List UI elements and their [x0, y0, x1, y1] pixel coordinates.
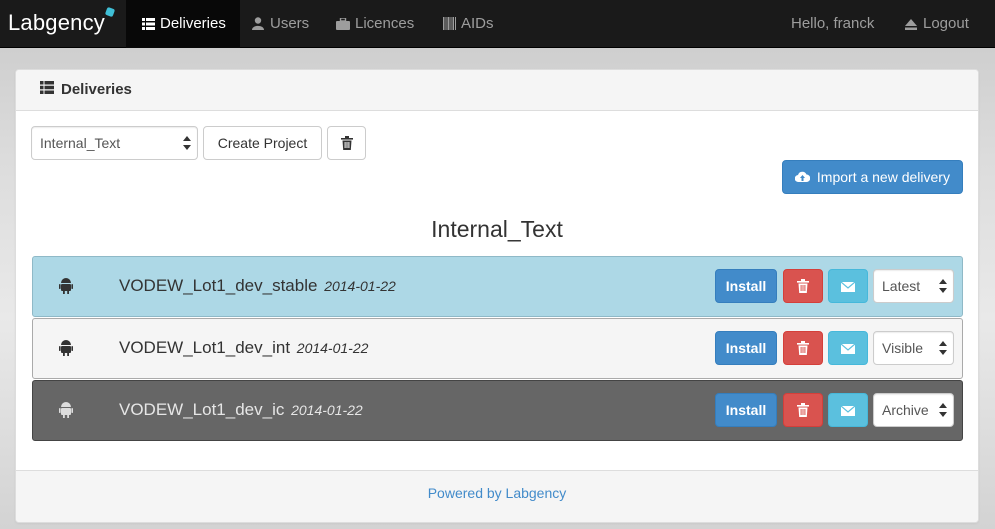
status-select-value: Visible [882, 340, 923, 356]
panel-footer: Powered by Labgency [16, 470, 978, 522]
delivery-date: 2014-01-22 [296, 340, 369, 356]
select-arrows-icon [939, 341, 947, 355]
user-greeting[interactable]: Hello, franck [777, 0, 888, 48]
android-icon [59, 278, 75, 296]
select-arrows-icon [939, 403, 947, 417]
nav-users[interactable]: Users [236, 0, 323, 48]
email-delivery-button[interactable] [828, 393, 868, 427]
deliveries-panel: Deliveries Internal_Text Create Project … [15, 69, 979, 523]
list-icon [140, 0, 156, 48]
delivery-name-label: VODEW_Lot1_dev_stable [119, 276, 318, 295]
project-title: Internal_Text [431, 216, 563, 242]
trash-icon [797, 402, 809, 418]
envelope-icon [840, 278, 856, 294]
panel-heading: Deliveries [16, 70, 978, 111]
nav-deliveries-label: Deliveries [160, 15, 226, 32]
project-select[interactable]: Internal_Text [31, 126, 198, 160]
brand-logo[interactable]: Labgency [8, 10, 105, 36]
brand-cube-icon [104, 6, 116, 18]
status-select-value: Latest [882, 278, 921, 294]
status-select[interactable]: Visible [873, 331, 954, 365]
delivery-name-label: VODEW_Lot1_dev_ic [119, 400, 285, 419]
cloud-upload-icon [794, 169, 817, 185]
powered-by-link[interactable]: Powered by Labgency [428, 485, 567, 501]
delivery-date: 2014-01-22 [324, 278, 396, 294]
trash-icon [797, 340, 809, 356]
envelope-icon [840, 402, 856, 418]
create-project-button[interactable]: Create Project [203, 126, 322, 160]
status-select[interactable]: Latest [873, 269, 954, 303]
logout-label: Logout [923, 15, 969, 32]
logout-link[interactable]: Logout [889, 0, 983, 48]
trash-icon [797, 278, 809, 294]
user-icon [250, 0, 266, 48]
nav-licences[interactable]: Licences [321, 0, 428, 48]
delivery-row: VODEW_Lot1_dev_ic 2014-01-22 Install Arc… [32, 380, 963, 441]
import-delivery-label: Import a new delivery [816, 169, 950, 185]
nav-aids-label: AIDs [461, 15, 494, 32]
delivery-row: VODEW_Lot1_dev_int 2014-01-22 Install Vi… [32, 318, 963, 379]
install-button[interactable]: Install [715, 331, 777, 365]
top-navbar: Labgency Deliveries Users Licences AIDs … [0, 0, 995, 48]
delete-delivery-button[interactable] [783, 269, 823, 303]
envelope-icon [840, 340, 856, 356]
status-select-value: Archive [882, 402, 929, 418]
project-select-value: Internal_Text [40, 135, 121, 151]
delivery-name: VODEW_Lot1_dev_int 2014-01-22 [119, 338, 368, 358]
delivery-name: VODEW_Lot1_dev_ic 2014-01-22 [119, 400, 363, 420]
status-select[interactable]: Archive [873, 393, 954, 427]
nav-users-label: Users [270, 15, 310, 32]
nav-aids[interactable]: AIDs [427, 0, 508, 48]
import-delivery-button[interactable]: Import a new delivery [782, 160, 963, 194]
email-delivery-button[interactable] [828, 331, 868, 365]
install-button[interactable]: Install [715, 393, 777, 427]
install-button[interactable]: Install [715, 269, 777, 303]
delete-delivery-button[interactable] [783, 331, 823, 365]
briefcase-icon [335, 0, 351, 48]
nav-licences-label: Licences [355, 15, 415, 32]
list-icon [40, 81, 58, 98]
delivery-date: 2014-01-22 [291, 402, 363, 418]
eject-icon [903, 0, 919, 48]
email-delivery-button[interactable] [828, 269, 868, 303]
android-icon [59, 340, 75, 358]
delete-project-button[interactable] [327, 126, 366, 160]
select-arrows-icon [183, 136, 191, 150]
select-arrows-icon [939, 279, 947, 293]
delete-delivery-button[interactable] [783, 393, 823, 427]
trash-icon [340, 135, 353, 151]
nav-deliveries[interactable]: Deliveries [126, 0, 240, 48]
panel-title: Deliveries [61, 81, 132, 98]
delivery-row: VODEW_Lot1_dev_stable 2014-01-22 Install… [32, 256, 963, 317]
android-icon [59, 402, 75, 420]
delivery-name-label: VODEW_Lot1_dev_int [119, 338, 291, 357]
barcode-icon [441, 0, 457, 48]
delivery-name: VODEW_Lot1_dev_stable 2014-01-22 [119, 276, 396, 296]
